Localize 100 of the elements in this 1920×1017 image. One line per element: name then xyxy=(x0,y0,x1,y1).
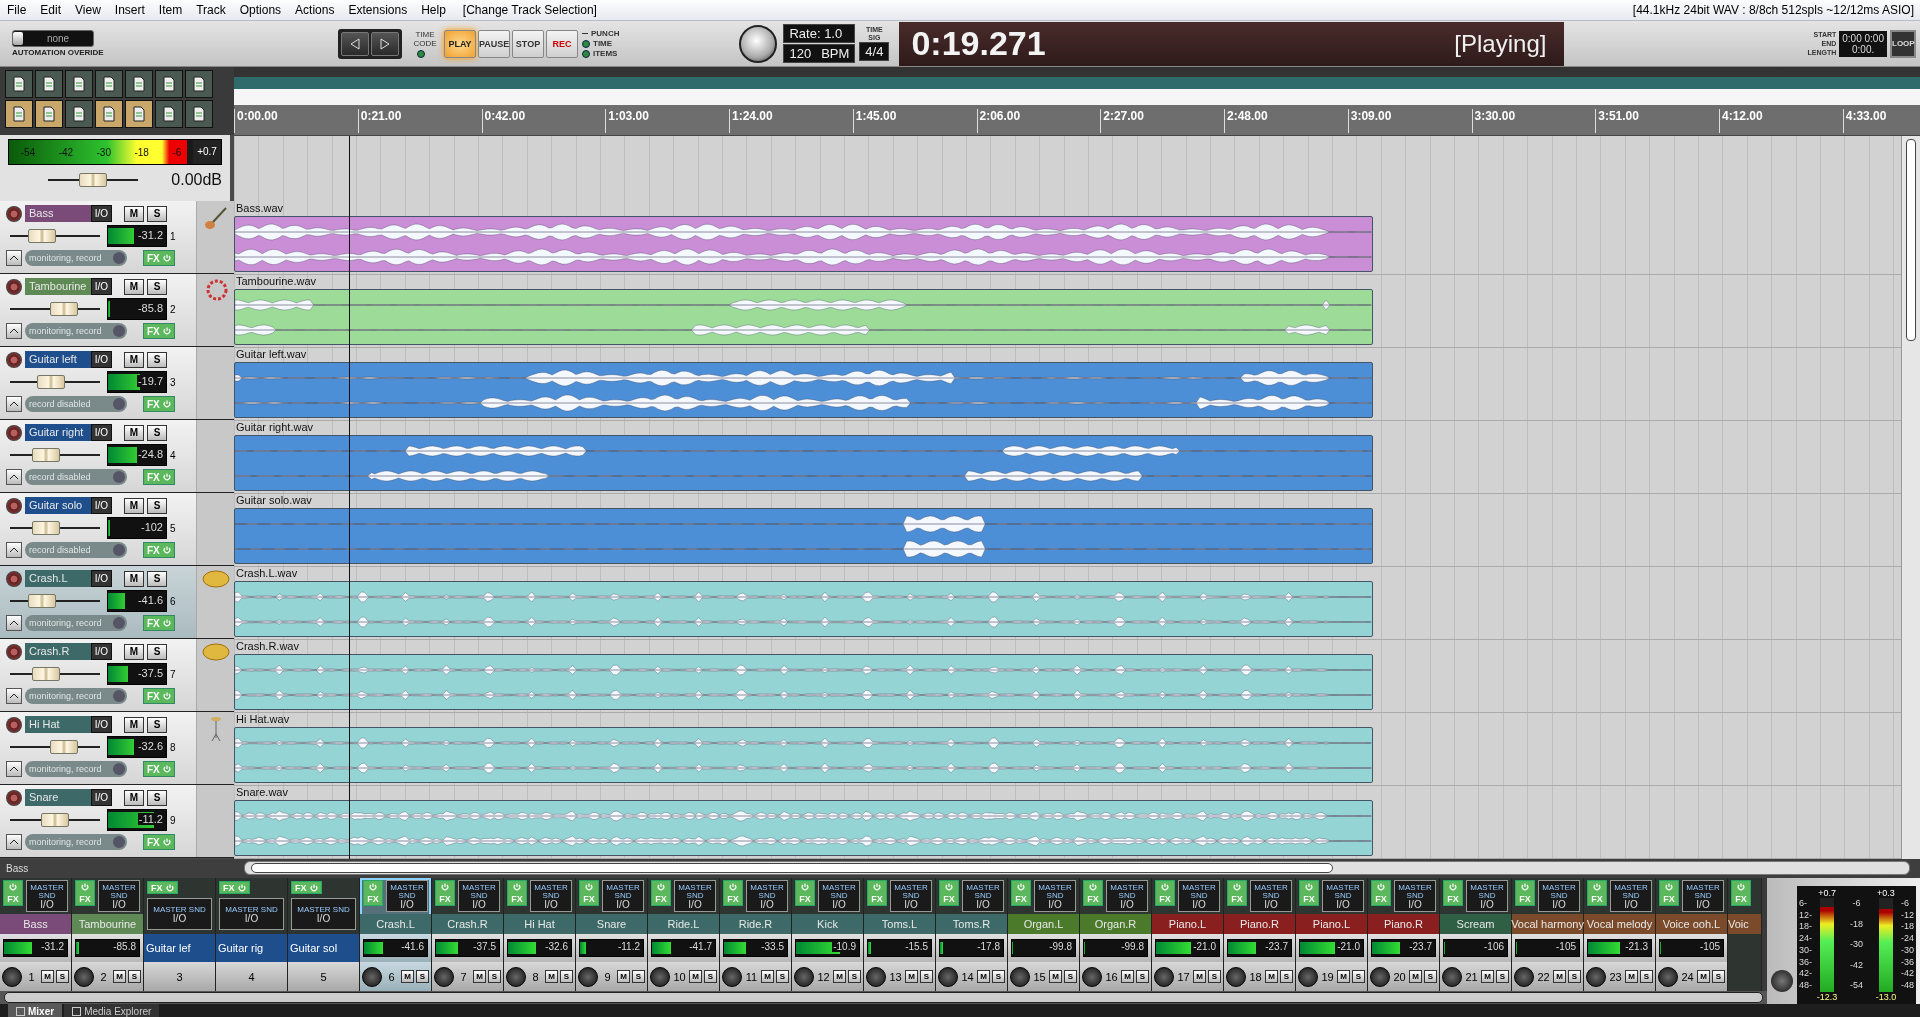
io-button[interactable]: I/O xyxy=(90,497,112,514)
fader-thumb[interactable] xyxy=(27,229,56,243)
pan-knob[interactable] xyxy=(650,966,670,987)
pan-knob[interactable] xyxy=(506,966,526,987)
routing-button[interactable]: MASTER SND I/O xyxy=(458,880,500,912)
horizontal-scrollbar[interactable] xyxy=(244,861,1910,875)
mixer-strip[interactable]: FX MASTER SND I/O Piano.R -23.7 20 M S xyxy=(1368,878,1440,991)
mixer-strip[interactable]: FX MASTER SND I/O Piano.R -23.7 18 M S xyxy=(1224,878,1296,991)
record-button[interactable]: REC xyxy=(546,29,578,58)
volume-fader[interactable] xyxy=(10,667,100,681)
envelope-button[interactable] xyxy=(6,396,22,412)
mute-button[interactable]: M xyxy=(1625,970,1638,983)
mixer-strip[interactable]: FX MASTER SND I/O Crash.R -37.5 7 M S xyxy=(432,878,504,991)
mixer-strip[interactable]: FX MASTER SND I/O Hi Hat -32.6 8 M S xyxy=(504,878,576,991)
routing-button[interactable]: MASTER SND I/O xyxy=(26,880,68,912)
menu-item[interactable]: View xyxy=(68,3,108,17)
pan-knob[interactable] xyxy=(74,966,94,987)
envelope-button[interactable] xyxy=(6,761,22,777)
mixer-strip[interactable]: FX MASTER SND I/O Organ.R -99.8 16 M S xyxy=(1080,878,1152,991)
mute-button[interactable]: M xyxy=(124,424,144,441)
pause-button[interactable]: PAUSE xyxy=(478,29,510,58)
routing-button[interactable]: MASTER SND I/O xyxy=(147,898,212,930)
mute-button[interactable]: M xyxy=(473,970,486,983)
solo-button[interactable]: S xyxy=(1640,970,1653,983)
media-item[interactable] xyxy=(234,362,1373,418)
mixer-strip[interactable]: FX MASTER SND I/O Ride.L -41.7 10 M S xyxy=(648,878,720,991)
stop-button[interactable]: STOP xyxy=(512,29,544,58)
pan-knob[interactable] xyxy=(578,966,598,987)
media-item[interactable] xyxy=(234,289,1373,345)
track-header[interactable]: Hi Hat I/O M S -32.6 8 monitoring, record FX xyxy=(0,712,234,785)
mixer-strip[interactable]: FX MASTER SND I/O Scream -106 21 M S xyxy=(1440,878,1512,991)
playrate-display[interactable]: Rate: 1.0 xyxy=(783,24,856,43)
mixer-strip[interactable]: FX MASTER SND I/O Crash.L -41.6 6 M S xyxy=(360,878,432,991)
routing-button[interactable]: MASTER SND I/O xyxy=(1178,880,1220,912)
volume-fader[interactable] xyxy=(10,740,100,754)
envelope-button[interactable] xyxy=(6,469,22,485)
envelope-button[interactable] xyxy=(6,250,22,266)
io-button[interactable]: I/O xyxy=(90,278,112,295)
solo-button[interactable]: S xyxy=(1208,970,1221,983)
loop-button[interactable]: LOOP xyxy=(1890,29,1916,58)
mute-button[interactable]: M xyxy=(124,643,144,660)
mixer-strip[interactable]: FX MASTER SND I/O Organ.L -99.8 15 M S xyxy=(1008,878,1080,991)
volume-fader[interactable] xyxy=(10,375,100,389)
solo-button[interactable]: S xyxy=(1280,970,1293,983)
track-name-field[interactable]: Crash.R I/O xyxy=(25,643,112,660)
media-item[interactable] xyxy=(234,727,1373,783)
menu-item[interactable]: Extensions xyxy=(341,3,415,17)
track-header[interactable]: Crash.R I/O M S -37.5 7 monitoring, record FX xyxy=(0,639,234,712)
pan-knob[interactable] xyxy=(1010,966,1030,987)
media-item[interactable] xyxy=(234,581,1373,637)
mute-button[interactable]: M xyxy=(124,278,144,295)
fader-thumb[interactable] xyxy=(79,173,107,187)
media-item[interactable] xyxy=(234,435,1373,491)
mute-button[interactable]: M xyxy=(124,351,144,368)
routing-button[interactable]: MASTER SND I/O xyxy=(602,880,644,912)
solo-button[interactable]: S xyxy=(992,970,1005,983)
io-button[interactable]: I/O xyxy=(90,570,112,587)
track-header[interactable]: Snare I/O M S -11.2 9 monitoring, record FX xyxy=(0,785,234,858)
solo-button[interactable]: S xyxy=(56,970,69,983)
record-arm-button[interactable] xyxy=(6,570,22,587)
master-volume-knob[interactable] xyxy=(739,24,778,63)
play-button[interactable]: PLAY xyxy=(444,29,476,58)
solo-button[interactable]: S xyxy=(848,970,861,983)
solo-button[interactable]: S xyxy=(147,570,167,587)
fader-thumb[interactable] xyxy=(50,740,78,754)
track-name-field[interactable]: Snare I/O xyxy=(25,789,112,806)
mute-button[interactable]: M xyxy=(977,970,990,983)
pan-knob[interactable] xyxy=(2,966,22,987)
solo-button[interactable]: S xyxy=(920,970,933,983)
routing-button[interactable]: MASTER SND I/O xyxy=(1538,880,1580,912)
solo-button[interactable]: S xyxy=(560,970,573,983)
solo-button[interactable]: S xyxy=(1712,970,1725,983)
next-button[interactable] xyxy=(371,31,399,56)
volume-fader[interactable] xyxy=(10,594,100,608)
record-arm-button[interactable] xyxy=(6,424,22,441)
mute-button[interactable]: M xyxy=(1193,970,1206,983)
menu-item[interactable]: Help xyxy=(414,3,453,17)
mute-button[interactable]: M xyxy=(1265,970,1278,983)
routing-button[interactable]: MASTER SND I/O xyxy=(291,898,356,930)
mute-button[interactable]: M xyxy=(113,970,126,983)
mixer-strip[interactable]: FX Voic xyxy=(1728,878,1762,991)
mute-button[interactable]: M xyxy=(124,205,144,222)
mute-button[interactable]: M xyxy=(761,970,774,983)
mixer-scrollbar[interactable] xyxy=(4,992,1763,1003)
solo-button[interactable]: S xyxy=(1136,970,1149,983)
pan-knob[interactable] xyxy=(1370,966,1390,987)
volume-fader[interactable] xyxy=(10,448,100,462)
media-item[interactable] xyxy=(234,508,1373,564)
track-name-field[interactable]: Guitar solo I/O xyxy=(25,497,112,514)
pan-knob[interactable] xyxy=(1658,966,1678,987)
menu-item[interactable]: Track xyxy=(189,3,233,17)
mute-button[interactable]: M xyxy=(124,789,144,806)
routing-button[interactable]: MASTER SND I/O xyxy=(890,880,932,912)
mute-button[interactable]: M xyxy=(1337,970,1350,983)
solo-button[interactable]: S xyxy=(147,424,167,441)
pan-knob[interactable] xyxy=(1082,966,1102,987)
menu-item[interactable]: File xyxy=(0,3,34,17)
track-header[interactable]: Crash.L I/O M S -41.6 6 monitoring, record FX xyxy=(0,566,234,639)
solo-button[interactable]: S xyxy=(1424,970,1437,983)
volume-fader[interactable] xyxy=(10,521,100,535)
